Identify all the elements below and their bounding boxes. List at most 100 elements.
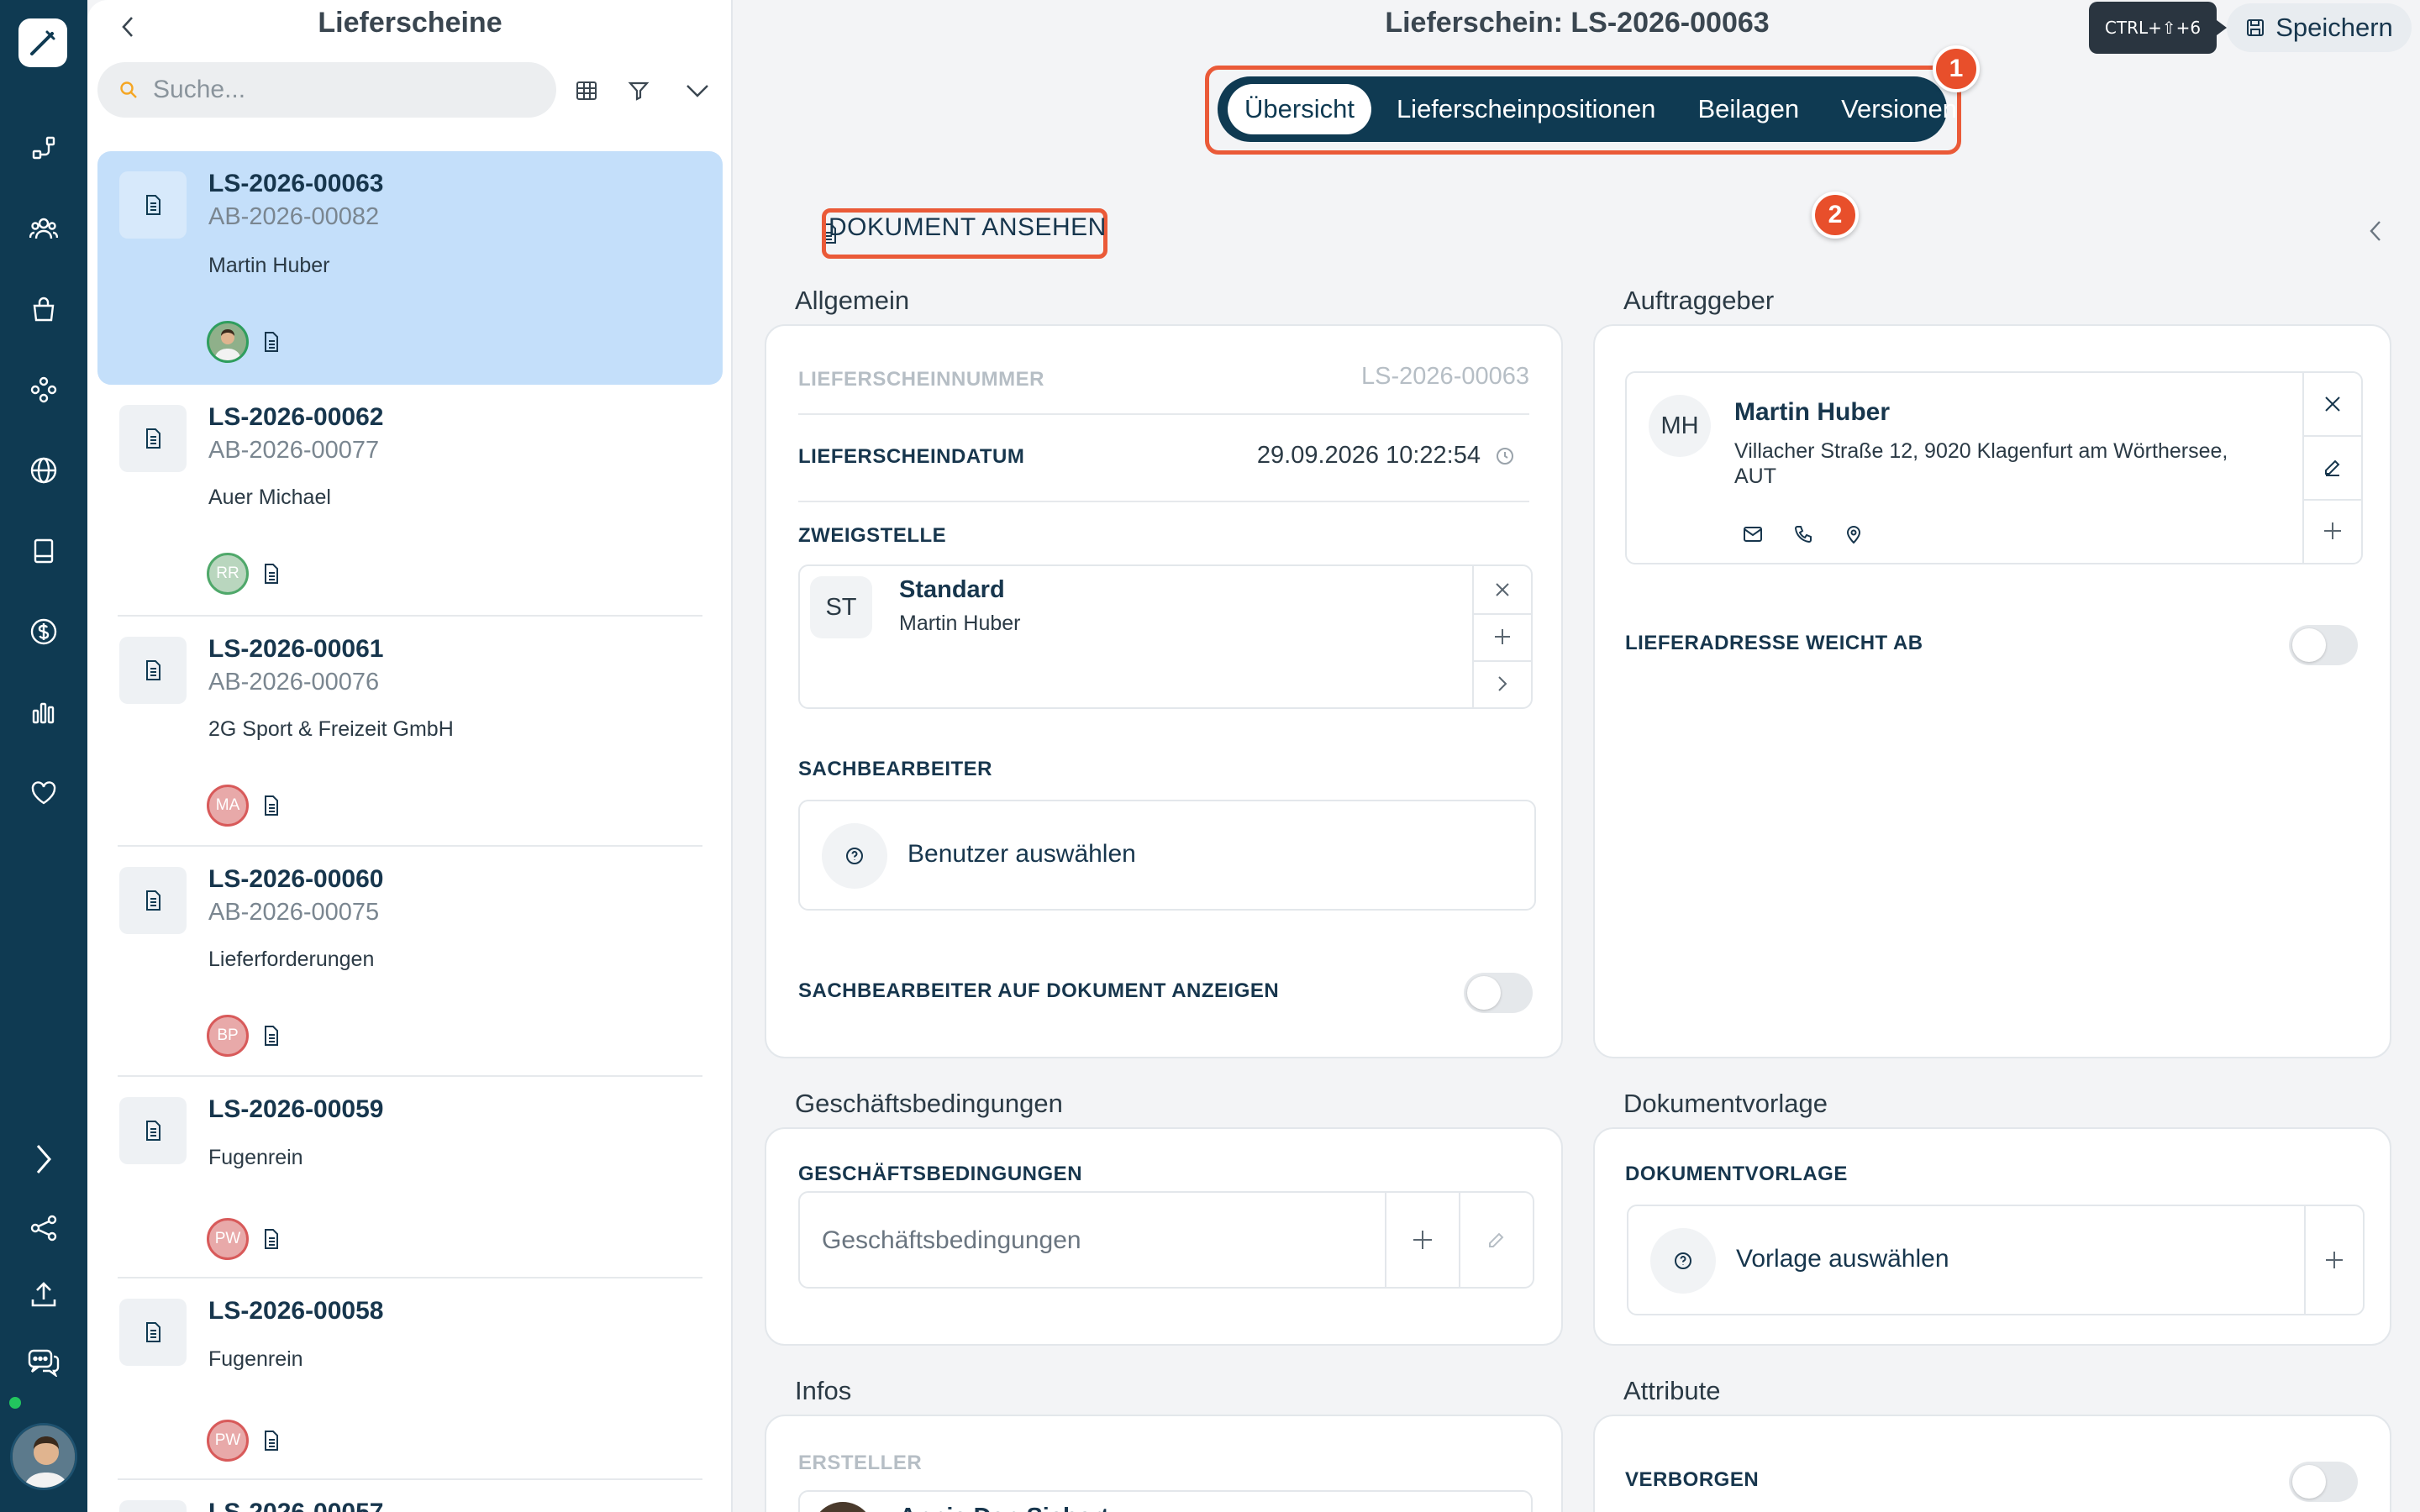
search-field[interactable] xyxy=(97,62,556,118)
client-initials: MH xyxy=(1649,395,1711,457)
avatar: PW xyxy=(207,1420,249,1462)
document-icon xyxy=(119,867,187,934)
document-icon xyxy=(119,1500,187,1512)
list-item-customer: Lieferforderungen xyxy=(208,948,375,971)
list-item[interactable]: LS-2026-00060 AB-2026-00075 Lieferforder… xyxy=(97,847,723,1077)
chevron-right-icon[interactable] xyxy=(1474,660,1531,707)
section-title-template: Dokumentvorlage xyxy=(1623,1089,1828,1118)
upload-icon[interactable] xyxy=(25,1277,62,1314)
list-item-number: LS-2026-00059 xyxy=(208,1095,384,1123)
save-icon xyxy=(2245,18,2265,38)
document-icon xyxy=(119,1299,187,1366)
remove-client-button[interactable] xyxy=(2304,373,2361,435)
tab-positions[interactable]: Lieferscheinpositionen xyxy=(1380,84,1673,134)
clear-button[interactable] xyxy=(1474,566,1531,613)
delivery-date-value[interactable]: 29.09.2026 10:22:54 xyxy=(1257,442,1481,470)
file-icon[interactable] xyxy=(260,329,282,354)
chevron-down-icon[interactable] xyxy=(676,69,719,113)
search-input[interactable] xyxy=(153,76,523,104)
help-icon xyxy=(1650,1228,1716,1294)
client-name: Martin Huber xyxy=(1734,398,1891,426)
file-icon[interactable] xyxy=(260,1428,282,1453)
clock-icon[interactable] xyxy=(1492,444,1518,469)
section-title-attributes: Attribute xyxy=(1623,1376,1721,1405)
collapse-chevron-icon[interactable] xyxy=(2354,210,2396,252)
list-item[interactable]: LS-2026-00057 xyxy=(97,1480,723,1512)
bar-chart-icon[interactable] xyxy=(25,694,62,731)
tab-overview[interactable]: Übersicht xyxy=(1228,84,1371,134)
terms-select[interactable]: Geschäftsbedingungen xyxy=(798,1191,1534,1289)
list-item[interactable]: LS-2026-00062 AB-2026-00077 Auer Michael… xyxy=(97,385,723,617)
pencil-icon[interactable] xyxy=(1460,1193,1533,1287)
section-title-infos: Infos xyxy=(795,1376,852,1405)
hidden-toggle[interactable] xyxy=(2289,1462,2358,1502)
chat-icon[interactable] xyxy=(25,1344,62,1381)
clerk-show-label: SACHBEARBEITER AUF DOKUMENT ANZEIGEN xyxy=(798,979,1280,1002)
modules-icon[interactable] xyxy=(25,371,62,408)
list-item-reference: AB-2026-00075 xyxy=(208,899,380,926)
section-title-terms: Geschäftsbedingungen xyxy=(795,1089,1063,1118)
client-address: Villacher Straße 12, 9020 Klagenfurt am … xyxy=(1734,439,2228,488)
template-select[interactable]: Vorlage auswählen xyxy=(1627,1205,2365,1315)
dollar-icon[interactable] xyxy=(25,613,62,650)
file-icon[interactable] xyxy=(260,561,282,586)
list-item[interactable]: LS-2026-00061 AB-2026-00076 2G Sport & F… xyxy=(97,617,723,847)
list-item[interactable]: LS-2026-00058 Fugenrein PW xyxy=(97,1278,723,1480)
file-icon[interactable] xyxy=(260,1023,282,1048)
section-title-client: Auftraggeber xyxy=(1623,286,1775,315)
app-logo[interactable] xyxy=(18,18,67,67)
email-icon[interactable] xyxy=(1739,521,1766,548)
nav-rail xyxy=(0,0,87,1512)
expand-icon[interactable] xyxy=(25,1141,62,1178)
customers-icon[interactable] xyxy=(25,210,62,247)
add-terms-button[interactable] xyxy=(1386,1193,1459,1287)
workflow-icon[interactable] xyxy=(25,129,62,166)
list-item-number: LS-2026-00062 xyxy=(208,403,384,431)
edit-icon[interactable] xyxy=(2304,435,2361,499)
file-icon[interactable] xyxy=(260,793,282,818)
delivery-number-value: LS-2026-00063 xyxy=(1361,363,1529,390)
template-placeholder: Vorlage auswählen xyxy=(1736,1245,1949,1273)
delivery-address-toggle[interactable] xyxy=(2289,625,2358,665)
phone-icon[interactable] xyxy=(1790,521,1817,548)
tab-attachments[interactable]: Beilagen xyxy=(1681,84,1816,134)
share-icon[interactable] xyxy=(25,1210,62,1247)
location-icon[interactable] xyxy=(1840,521,1867,548)
client-contact[interactable]: MH Martin Huber Villacher Straße 12, 902… xyxy=(1625,371,2363,564)
terms-label: GESCHÄFTSBEDINGUNGEN xyxy=(798,1163,1083,1185)
list-item-customer: Auer Michael xyxy=(208,486,331,509)
delivery-date-label: LIEFERSCHEINDATUM xyxy=(798,445,1025,468)
add-button[interactable] xyxy=(1474,613,1531,660)
client-card: MH Martin Huber Villacher Straße 12, 902… xyxy=(1593,324,2391,1058)
online-status-indicator xyxy=(7,1394,24,1411)
list-item[interactable]: LS-2026-00059 Fugenrein PW xyxy=(97,1077,723,1278)
shopping-bag-icon[interactable] xyxy=(25,291,62,328)
document-view-link[interactable]: DOKUMENT ANSEHEN xyxy=(829,213,1107,242)
main-content: Lieferschein: LS-2026-00063 CTRL+⇧+6 Spe… xyxy=(734,0,2420,1512)
save-button[interactable]: Speichern xyxy=(2227,3,2412,52)
delivery-number-label: LIEFERSCHEINNUMMER xyxy=(798,368,1045,391)
list-item-number: LS-2026-00058 xyxy=(208,1297,384,1325)
user-avatar[interactable] xyxy=(10,1423,77,1490)
file-icon[interactable] xyxy=(260,1226,282,1252)
table-view-button[interactable] xyxy=(565,69,608,113)
avatar: RR xyxy=(207,553,249,595)
terms-card: GESCHÄFTSBEDINGUNGEN Geschäftsbedingunge… xyxy=(765,1127,1563,1346)
list-item-number: LS-2026-00063 xyxy=(208,170,384,197)
list-item[interactable]: LS-2026-00063 AB-2026-00082 Martin Huber xyxy=(97,151,723,385)
section-title-general: Allgemein xyxy=(795,286,910,315)
branch-select[interactable]: ST Standard Martin Huber xyxy=(798,564,1533,709)
filter-button[interactable] xyxy=(617,69,660,113)
globe-icon[interactable] xyxy=(25,452,62,489)
template-label: DOKUMENTVORLAGE xyxy=(1625,1163,1848,1185)
book-icon[interactable] xyxy=(25,533,62,570)
clerk-select[interactable]: Benutzer auswählen xyxy=(798,800,1536,911)
list-item-customer: Martin Huber xyxy=(208,254,330,277)
document-icon xyxy=(119,171,187,239)
add-template-button[interactable] xyxy=(2306,1206,2363,1314)
add-contact-button[interactable] xyxy=(2304,499,2361,563)
clerk-show-toggle[interactable] xyxy=(1464,973,1533,1013)
creator-field[interactable]: Annie Dan Siebert xyxy=(798,1490,1533,1512)
heart-icon[interactable] xyxy=(25,774,62,811)
step-badge: 1 xyxy=(1933,45,1980,92)
